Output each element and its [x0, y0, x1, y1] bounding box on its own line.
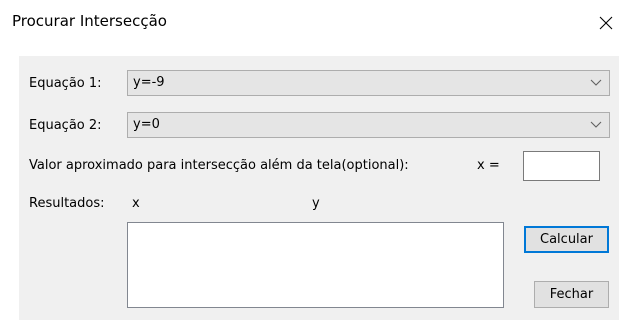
results-label: Resultados:	[29, 196, 105, 211]
calculate-button[interactable]: Calcular	[524, 226, 609, 253]
equation2-value: y=0	[133, 117, 160, 132]
approx-x-input[interactable]	[523, 151, 600, 181]
results-x-header: x	[132, 196, 140, 211]
equation1-label: Equação 1:	[29, 76, 102, 91]
approx-value-label: Valor aproximado para intersecção além d…	[29, 158, 409, 173]
approx-x-label: x =	[477, 158, 500, 173]
equation2-label: Equação 2:	[29, 118, 102, 133]
close-button[interactable]: Fechar	[534, 281, 609, 308]
chevron-down-icon	[590, 79, 602, 86]
equation2-select[interactable]: y=0	[127, 112, 610, 138]
dialog-body: Equação 1: y=-9 Equação 2: y=0 Valor apr…	[19, 56, 619, 320]
results-list[interactable]	[127, 222, 504, 308]
close-icon	[599, 16, 613, 30]
equation1-value: y=-9	[133, 75, 165, 90]
close-window-button[interactable]	[583, 0, 629, 46]
dialog-title: Procurar Intersecção	[12, 12, 167, 30]
chevron-down-icon	[590, 121, 602, 128]
find-intersection-dialog: Procurar Intersecção Equação 1: y=-9 Equ…	[0, 0, 629, 326]
title-bar: Procurar Intersecção	[0, 0, 629, 46]
results-y-header: y	[312, 196, 320, 211]
equation1-select[interactable]: y=-9	[127, 70, 610, 96]
